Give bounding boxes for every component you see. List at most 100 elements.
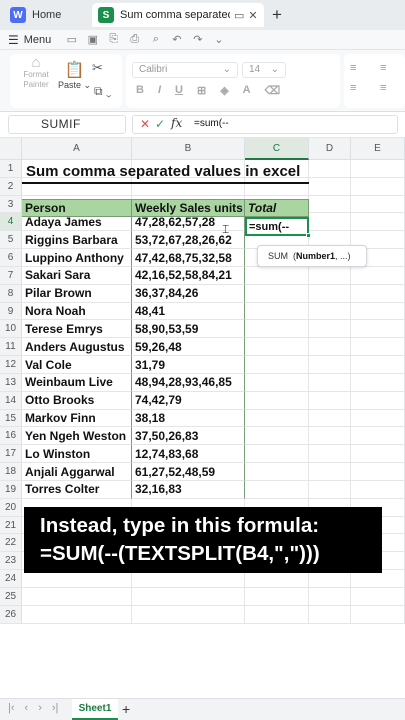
fill-handle[interactable] bbox=[306, 233, 311, 238]
close-icon[interactable]: ✕ bbox=[248, 9, 257, 22]
chevron-down-icon[interactable]: ⌄ bbox=[212, 33, 225, 46]
cell-person[interactable]: Sakari Sara bbox=[22, 266, 132, 285]
column-header[interactable]: E bbox=[351, 138, 405, 160]
grid-cell[interactable] bbox=[309, 587, 351, 606]
bold-button[interactable]: B bbox=[136, 84, 144, 97]
cell-person[interactable]: Adaya James bbox=[22, 213, 132, 232]
row-header[interactable]: 20 bbox=[0, 498, 22, 517]
grid-cell[interactable] bbox=[351, 320, 405, 339]
cell-person[interactable]: Anders Augustus bbox=[22, 338, 132, 357]
cell-person[interactable]: Otto Brooks bbox=[22, 391, 132, 410]
row-header[interactable]: 16 bbox=[0, 427, 22, 446]
grid-cell[interactable] bbox=[309, 427, 351, 446]
grid-cell[interactable] bbox=[351, 463, 405, 481]
cell-person[interactable]: Pilar Brown bbox=[22, 284, 132, 303]
sheet-tab[interactable]: Sheet1 bbox=[72, 699, 118, 720]
select-all-corner[interactable] bbox=[0, 138, 22, 160]
folder-icon[interactable]: ▭ bbox=[65, 33, 78, 46]
undo-icon[interactable]: ↶ bbox=[170, 33, 183, 46]
cell-person[interactable]: Markov Finn bbox=[22, 409, 132, 428]
cut-icon[interactable]: ✂ bbox=[92, 60, 103, 76]
grid-cell[interactable] bbox=[245, 409, 309, 428]
grid-cell[interactable] bbox=[245, 266, 309, 285]
cell-sales[interactable]: 61,27,52,48,59 bbox=[132, 463, 245, 481]
grid-cell[interactable] bbox=[309, 266, 351, 285]
grid-cell[interactable] bbox=[245, 463, 309, 481]
grid-cell[interactable] bbox=[309, 284, 351, 303]
grid-cell[interactable] bbox=[245, 356, 309, 374]
grid-cell[interactable] bbox=[22, 587, 132, 606]
print-icon[interactable]: ⎙ bbox=[128, 33, 141, 46]
grid-cell[interactable] bbox=[351, 480, 405, 499]
new-tab-button[interactable]: + bbox=[272, 5, 282, 25]
cell-sales[interactable]: 48,94,28,93,46,85 bbox=[132, 373, 245, 392]
redo-icon[interactable]: ↷ bbox=[191, 33, 204, 46]
cell-person[interactable]: Lo Winston bbox=[22, 445, 132, 464]
column-header[interactable]: D bbox=[309, 138, 351, 160]
grid-cell[interactable] bbox=[351, 284, 405, 303]
cell-sales[interactable]: 59,26,48 bbox=[132, 338, 245, 357]
cell-person[interactable]: Luppino Anthony bbox=[22, 249, 132, 267]
grid-cell[interactable] bbox=[351, 409, 405, 428]
grid-cell[interactable] bbox=[351, 302, 405, 321]
cell-person[interactable]: Nora Noah bbox=[22, 302, 132, 321]
insert-function-icon[interactable]: fx bbox=[171, 116, 182, 130]
row-header[interactable]: 17 bbox=[0, 445, 22, 464]
row-header[interactable]: 10 bbox=[0, 320, 22, 339]
grid-cell[interactable] bbox=[245, 338, 309, 357]
cell-person[interactable]: Anjali Aggarwal bbox=[22, 463, 132, 481]
format-painter-button[interactable]: ⌂ Format Painter bbox=[18, 55, 54, 90]
grid-cell[interactable] bbox=[245, 302, 309, 321]
grid-cell[interactable] bbox=[245, 373, 309, 392]
grid-cell[interactable] bbox=[309, 195, 351, 214]
row-header[interactable]: 24 bbox=[0, 570, 22, 588]
grid-cell[interactable] bbox=[351, 338, 405, 357]
grid-cell[interactable] bbox=[132, 605, 245, 624]
grid-cell[interactable] bbox=[245, 587, 309, 606]
grid-cell[interactable] bbox=[245, 391, 309, 410]
grid-cell[interactable] bbox=[309, 409, 351, 428]
cell-sales[interactable]: 12,74,83,68 bbox=[132, 445, 245, 464]
grid-cell[interactable] bbox=[309, 373, 351, 392]
grid-cell[interactable] bbox=[245, 427, 309, 446]
grid-cell[interactable] bbox=[309, 177, 351, 196]
add-sheet-button[interactable]: + bbox=[122, 701, 130, 717]
row-header[interactable]: 22 bbox=[0, 534, 22, 553]
grid-cell[interactable] bbox=[351, 177, 405, 196]
align-middle-icon[interactable]: ≡ bbox=[380, 62, 396, 74]
row-header[interactable]: 19 bbox=[0, 480, 22, 499]
fill-color-icon[interactable]: ◈ bbox=[220, 84, 228, 97]
grid-cell[interactable] bbox=[309, 213, 351, 232]
font-color-icon[interactable]: A bbox=[243, 84, 251, 97]
grid-cell[interactable] bbox=[245, 480, 309, 499]
row-header[interactable]: 23 bbox=[0, 552, 22, 571]
grid-cell[interactable] bbox=[351, 427, 405, 446]
confirm-icon[interactable]: ✓ bbox=[155, 117, 165, 131]
font-select[interactable]: Calibri ⌄ bbox=[132, 62, 238, 78]
underline-button[interactable]: U bbox=[175, 84, 183, 97]
grid-cell[interactable] bbox=[351, 587, 405, 606]
cell-sales[interactable]: 37,50,26,83 bbox=[132, 427, 245, 446]
prev-sheet-icon[interactable]: ‹ bbox=[25, 702, 29, 714]
row-header[interactable]: 25 bbox=[0, 587, 22, 606]
grid-cell[interactable] bbox=[245, 445, 309, 464]
grid-cell[interactable] bbox=[309, 320, 351, 339]
row-header[interactable]: 5 bbox=[0, 231, 22, 250]
column-header[interactable]: A bbox=[22, 138, 132, 160]
row-header[interactable]: 2 bbox=[0, 177, 22, 196]
row-header[interactable]: 1 bbox=[0, 160, 22, 178]
grid-cell[interactable] bbox=[351, 213, 405, 232]
header-total[interactable]: Total bbox=[245, 199, 309, 217]
grid-cell[interactable] bbox=[245, 320, 309, 339]
row-header[interactable]: 14 bbox=[0, 391, 22, 410]
paste-button[interactable]: 📋 Paste ⌄ bbox=[58, 60, 91, 91]
monitor-icon[interactable]: ▭ bbox=[234, 9, 244, 22]
eraser-icon[interactable]: ⌫ bbox=[265, 84, 281, 97]
cell-sales[interactable]: 31,79 bbox=[132, 356, 245, 374]
grid-cell[interactable] bbox=[245, 605, 309, 624]
cell-sales[interactable]: 36,37,84,26 bbox=[132, 284, 245, 303]
grid-cell[interactable] bbox=[351, 160, 405, 178]
grid-cell[interactable] bbox=[309, 302, 351, 321]
align-left-icon[interactable]: ≡ bbox=[350, 82, 366, 94]
row-header[interactable]: 8 bbox=[0, 284, 22, 303]
